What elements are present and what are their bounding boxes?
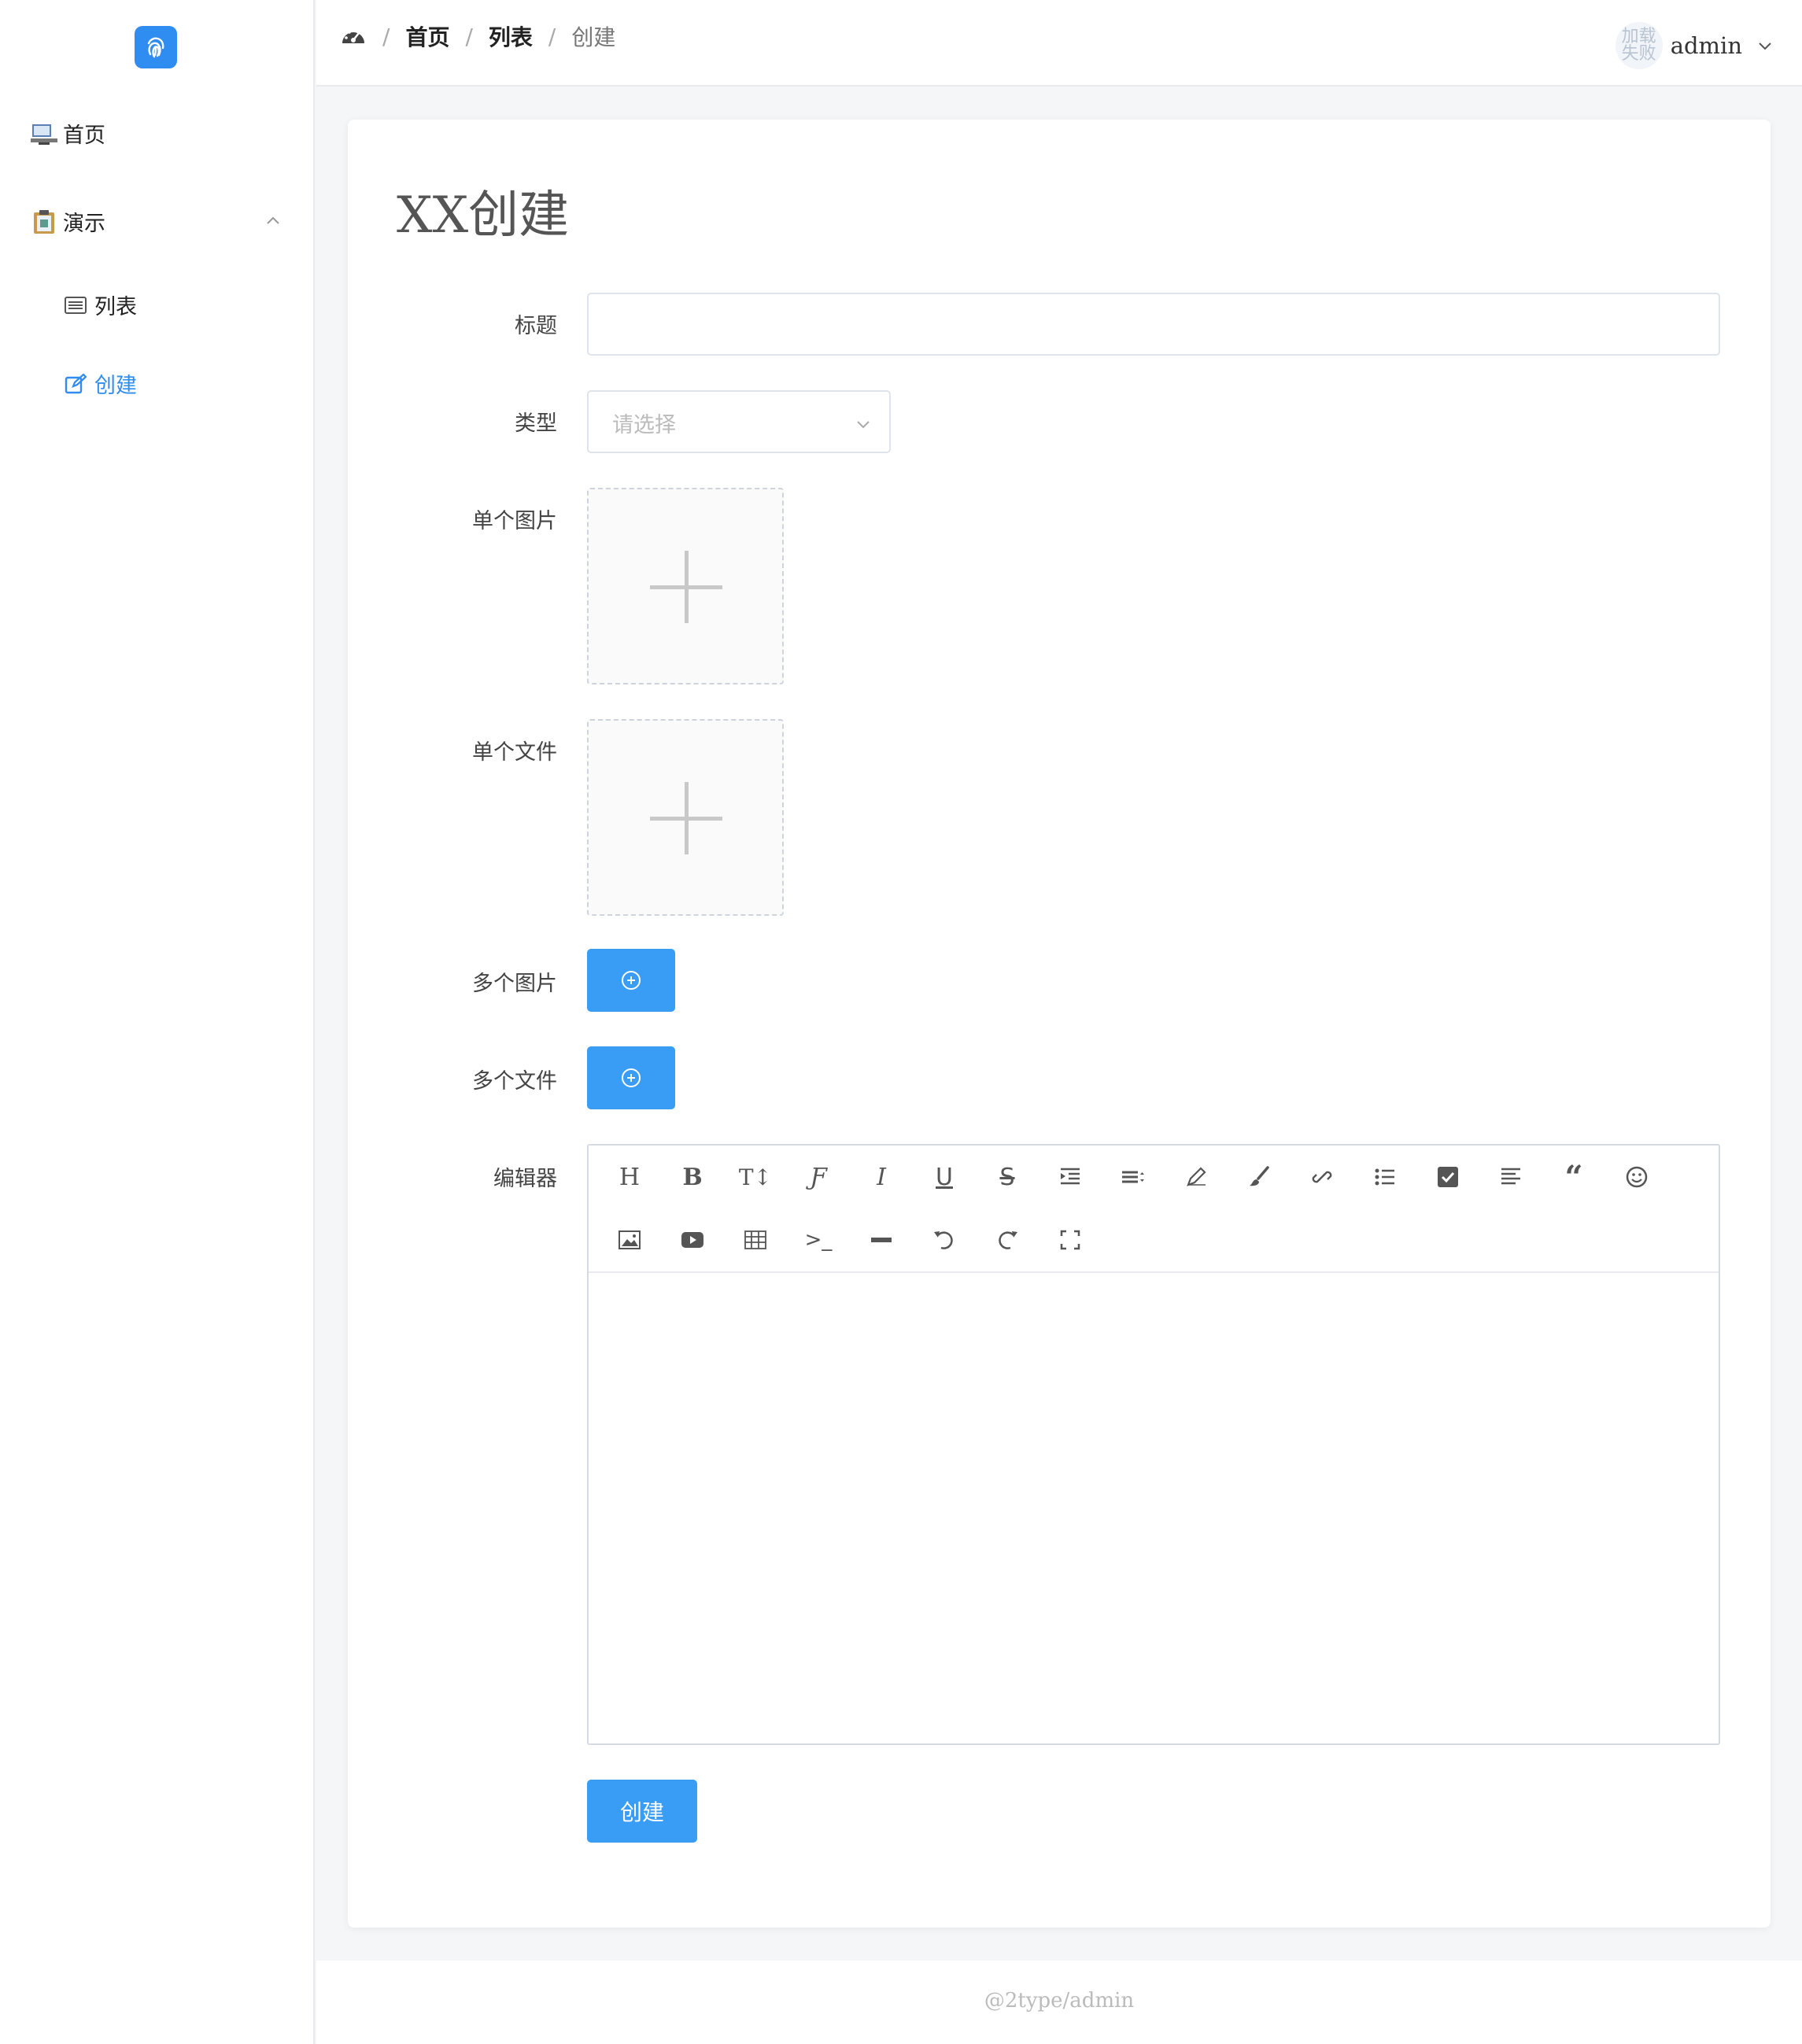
sidebar: 首页 演示 列表 创建 (0, 0, 315, 2044)
sidebar-item-label: 创建 (94, 374, 137, 398)
breadcrumb-separator: / (382, 23, 390, 50)
strikethrough-icon[interactable]: S (988, 1158, 1026, 1196)
video-icon[interactable] (674, 1221, 711, 1259)
footer: @2type/admin (316, 1961, 1802, 2044)
multi-file-label: 多个文件 (472, 1069, 557, 1094)
breadcrumb-separator: / (465, 23, 473, 50)
breadcrumb-current: 创建 (571, 24, 616, 50)
pen-icon[interactable] (1177, 1158, 1215, 1196)
breadcrumb-list[interactable]: 列表 (489, 20, 533, 52)
horizontal-rule-icon[interactable] (862, 1221, 900, 1259)
submit-button[interactable]: 创建 (587, 1780, 697, 1843)
plus-circle-icon (622, 1068, 641, 1087)
fingerprint-logo-icon[interactable] (135, 26, 177, 68)
editor-content-area[interactable] (589, 1275, 1719, 1743)
italic-icon[interactable]: I (862, 1158, 900, 1196)
page-title: XX创建 (397, 186, 570, 245)
undo-icon[interactable] (925, 1221, 963, 1259)
type-select[interactable]: 请选择 (587, 390, 891, 453)
clipboard-icon (30, 208, 58, 236)
username[interactable]: admin (1671, 32, 1742, 59)
underline-icon[interactable]: U (925, 1158, 963, 1196)
dashboard-icon[interactable] (340, 26, 367, 46)
chevron-down-icon (857, 421, 870, 429)
top-header: / 首页 / 列表 / 创建 加载失败 admin (316, 0, 1802, 87)
sidebar-item-label: 首页 (63, 124, 105, 148)
code-icon[interactable]: >_ (799, 1221, 837, 1259)
multi-image-upload-button[interactable] (587, 949, 675, 1012)
breadcrumb-home[interactable]: 首页 (405, 20, 449, 52)
table-icon[interactable] (737, 1221, 774, 1259)
breadcrumb-separator: / (548, 23, 556, 50)
title-input[interactable] (587, 293, 1720, 356)
single-image-label: 单个图片 (472, 509, 557, 533)
form-card: XX创建 标题 类型 请选择 单个图片 单个文件 多个图片 多个文件 编辑器 H… (348, 120, 1771, 1928)
user-menu[interactable]: 加载失败 admin (1615, 22, 1774, 69)
single-file-label: 单个文件 (472, 740, 557, 765)
bold-icon[interactable]: B (674, 1158, 711, 1196)
redo-icon[interactable] (988, 1221, 1026, 1259)
type-label: 类型 (515, 411, 557, 436)
single-file-upload[interactable] (587, 719, 784, 916)
plus-icon (685, 782, 689, 854)
edit-icon (61, 370, 90, 398)
single-image-upload[interactable] (587, 488, 784, 684)
text-size-icon[interactable]: T↕ (737, 1158, 774, 1196)
sidebar-item-label: 演示 (63, 212, 105, 236)
unordered-list-icon[interactable] (1366, 1158, 1404, 1196)
editor-label: 编辑器 (493, 1167, 557, 1191)
computer-icon (30, 120, 58, 148)
plus-circle-icon (622, 971, 641, 990)
title-label: 标题 (515, 314, 557, 338)
sidebar-item-list[interactable]: 列表 (61, 290, 137, 320)
sidebar-item-label: 列表 (94, 295, 137, 319)
multi-image-label: 多个图片 (472, 972, 557, 996)
sidebar-item-create[interactable]: 创建 (61, 368, 137, 399)
font-icon[interactable]: Ƒ (799, 1158, 837, 1196)
chevron-down-icon[interactable] (1756, 37, 1774, 54)
plus-icon (685, 551, 689, 623)
chevron-up-icon[interactable] (265, 212, 281, 228)
multi-file-upload-button[interactable] (587, 1046, 675, 1109)
sidebar-item-home[interactable]: 首页 (30, 118, 105, 149)
brush-icon[interactable] (1240, 1158, 1278, 1196)
type-select-placeholder: 请选择 (612, 413, 676, 437)
image-icon[interactable] (611, 1221, 648, 1259)
indent-icon[interactable] (1051, 1158, 1089, 1196)
emoji-icon[interactable] (1618, 1158, 1656, 1196)
breadcrumb: / 首页 / 列表 / 创建 (340, 20, 615, 52)
link-icon[interactable] (1303, 1158, 1341, 1196)
heading-icon[interactable]: H (611, 1158, 648, 1196)
align-left-icon[interactable] (1492, 1158, 1530, 1196)
sidebar-item-demo[interactable]: 演示 (30, 206, 105, 237)
fullscreen-icon[interactable] (1051, 1221, 1089, 1259)
line-height-icon[interactable] (1114, 1158, 1152, 1196)
list-icon (61, 291, 90, 319)
editor-toolbar: H B T↕ Ƒ I U S “ >_ (589, 1146, 1719, 1273)
avatar[interactable]: 加载失败 (1615, 22, 1663, 69)
footer-text: @2type/admin (984, 1989, 1135, 2013)
checkbox-icon[interactable] (1429, 1158, 1467, 1196)
rich-text-editor[interactable]: H B T↕ Ƒ I U S “ >_ (587, 1144, 1720, 1745)
blockquote-icon[interactable]: “ (1555, 1158, 1593, 1196)
